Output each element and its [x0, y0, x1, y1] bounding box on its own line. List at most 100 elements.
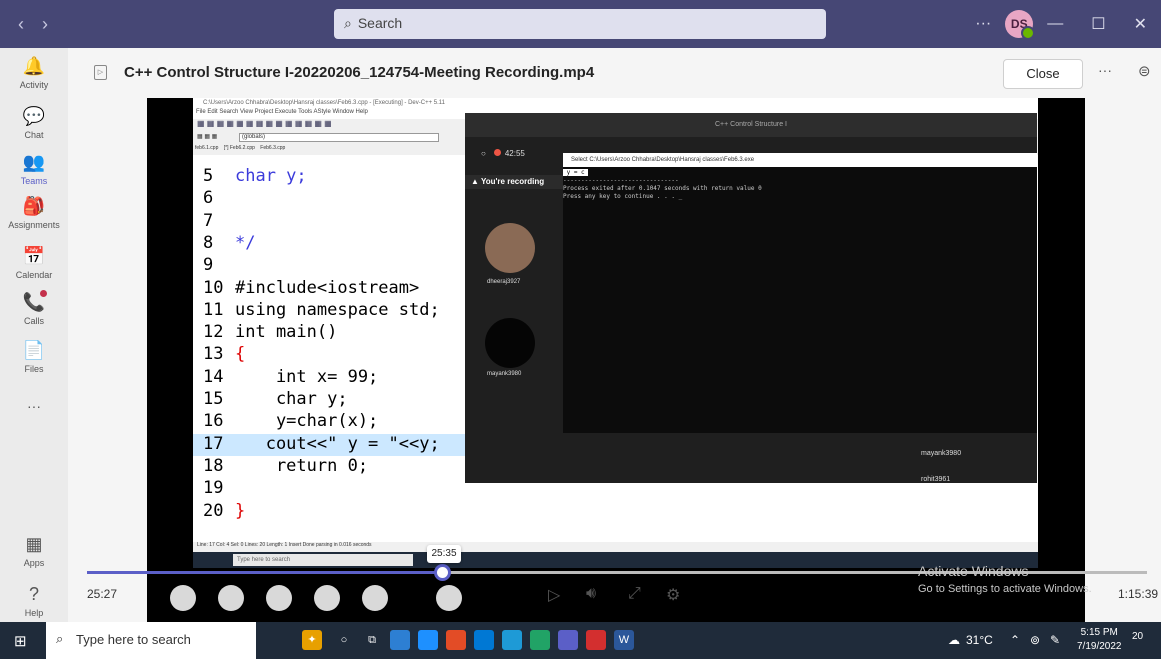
file-icon: 📄 — [22, 340, 46, 360]
ghost-avatar — [218, 585, 244, 611]
meeting-title: C++ Control Structure I — [465, 113, 1037, 137]
rail-item-activity[interactable]: 🔔 Activity — [0, 56, 68, 90]
rail-item-calendar[interactable]: 📅 Calendar — [0, 246, 68, 280]
minimize-button[interactable]: — — [1047, 15, 1063, 33]
clock[interactable]: 5:15 PM 7/19/2022 — [1077, 626, 1122, 654]
ghost-avatar — [314, 585, 340, 611]
rail-item-files[interactable]: 📄 Files — [0, 340, 68, 374]
more-options-button[interactable]: ··· — [1098, 62, 1112, 78]
rail-item-assignments[interactable]: 🎒 Assignments — [0, 196, 68, 230]
rail-item-chat[interactable]: 💬 Chat — [0, 106, 68, 140]
tray-chevron-icon[interactable]: ⌃ — [1010, 622, 1020, 659]
notification-count[interactable]: 20 — [1132, 631, 1143, 642]
code-text: return 0; — [235, 455, 369, 476]
mail-icon[interactable] — [474, 630, 494, 650]
play-icon[interactable]: ▷ — [548, 585, 560, 605]
recording-banner: ▲ You're recording — [465, 175, 563, 189]
back-arrow-icon[interactable]: ‹ — [18, 14, 24, 34]
close-window-button[interactable]: ✕ — [1134, 14, 1147, 34]
search-icon: ⌕ — [344, 15, 352, 31]
word-icon[interactable]: W — [614, 630, 634, 650]
taskbar-search[interactable]: ⌕ Type here to search — [46, 622, 256, 659]
code-line: 8 */ — [193, 233, 468, 255]
help-icon: ? — [28, 584, 39, 604]
excel-icon[interactable] — [530, 630, 550, 650]
seek-tooltip: 25:35 — [427, 545, 461, 563]
code-line: 19 — [193, 478, 468, 500]
rail-item-help[interactable]: ? Help — [0, 584, 68, 618]
code-text: char y; — [235, 389, 348, 409]
participant-avatar — [485, 223, 535, 273]
weather-temp[interactable]: 31°C — [966, 622, 993, 659]
line-number: 18 — [203, 455, 224, 476]
chat-icon: 💬 — [22, 106, 46, 126]
tab-feb6-2: [*] Feb6.2.cpp — [223, 145, 255, 151]
settings-icon[interactable]: ⚙ — [666, 585, 680, 605]
code-line: 11 using namespace std; — [193, 300, 468, 322]
total-time: 1:15:39 — [1118, 587, 1159, 601]
line-number: 9 — [203, 255, 214, 276]
apps-icon: ▦ — [25, 534, 43, 554]
phone-icon: 📞 — [22, 292, 46, 312]
code-text: } — [235, 500, 246, 521]
console-output: y = c -------------------------------- P… — [563, 169, 762, 200]
tab-feb6-3: Feb6.3.cpp — [260, 145, 286, 151]
ghost-avatar — [170, 585, 196, 611]
progress-knob[interactable] — [434, 564, 451, 581]
maximize-button[interactable]: ☐ — [1091, 14, 1105, 34]
fullscreen-icon[interactable]: ⤢ — [628, 585, 641, 603]
acrobat-icon[interactable] — [586, 630, 606, 650]
store-icon[interactable] — [418, 630, 438, 650]
line-number: 20 — [203, 500, 224, 521]
pen-icon[interactable]: ✎ — [1050, 622, 1060, 659]
title-bar: ‹ › ⌕ Search ··· DS — ☐ ✕ — [0, 0, 1161, 48]
calls-notification-dot — [40, 290, 47, 297]
line-number: 5 — [203, 166, 214, 186]
participant-name: dheeraj3927 — [487, 279, 521, 285]
edge-icon[interactable] — [502, 630, 522, 650]
code-text: y=char(x); — [235, 411, 379, 432]
line-number: 19 — [203, 478, 224, 499]
network-icon[interactable]: ⊚ — [1030, 622, 1040, 659]
code-text: #include<iostream> — [235, 277, 420, 298]
rail-item-calls[interactable]: 📞 Calls — [0, 290, 68, 326]
code-line: 13 { — [193, 344, 468, 366]
code-line: 12 int main() — [193, 322, 468, 344]
rail-item-teams[interactable]: 👥 Teams — [0, 152, 68, 186]
widgets-icon[interactable]: ✦ — [302, 630, 322, 650]
code-text: { — [235, 344, 246, 365]
participant-avatar — [485, 318, 535, 368]
rail-item-apps[interactable]: ▦ Apps — [0, 534, 68, 568]
current-time: 25:27 — [87, 587, 118, 601]
participant-list: mayank3980 rohit3961 — [891, 443, 1037, 483]
teams-icon: 👥 — [22, 152, 46, 172]
ghost-avatar — [266, 585, 292, 611]
teams-taskbar-icon[interactable] — [558, 630, 578, 650]
volume-icon[interactable]: 🔊︎ — [586, 585, 596, 603]
code-line: 15 char y; — [193, 389, 468, 411]
code-line: 5 char y; — [193, 166, 468, 188]
console-title: Select C:\Users\Arzoo Chhabra\Desktop\Ha… — [563, 153, 1037, 167]
avatar[interactable]: DS — [1005, 10, 1036, 40]
line-number: 8 — [203, 232, 214, 253]
video-file-icon: ▷ — [94, 65, 107, 80]
rail-item-more[interactable]: ··· — [0, 398, 68, 414]
file-explorer-icon[interactable] — [390, 630, 410, 650]
chat-icon[interactable]: ⊜ — [1138, 62, 1151, 80]
tab-feb6-1: feb6.1.cpp — [195, 145, 219, 151]
meeting-window: C++ Control Structure I ○ 42:55 ▲ You're … — [465, 113, 1037, 483]
task-view-icon[interactable]: ⧉ — [362, 630, 382, 650]
devcpp-status-bar: Line: 17 Col: 4 Sel: 0 Lines: 20 Length:… — [193, 542, 1038, 552]
close-button[interactable]: Close — [1003, 59, 1083, 89]
search-input[interactable]: ⌕ Search — [334, 9, 826, 39]
cortana-icon[interactable]: ○ — [334, 630, 354, 650]
code-line: 20} — [193, 501, 468, 523]
line-number: 16 — [203, 411, 224, 432]
video-header: ▷ C++ Control Structure I-20220206_12475… — [68, 48, 1161, 98]
code-line: 9 — [193, 255, 468, 277]
forward-arrow-icon[interactable]: › — [42, 14, 48, 34]
chrome-icon[interactable] — [446, 630, 466, 650]
windows-start-icon[interactable]: ⊞ — [14, 632, 27, 650]
calendar-icon: 📅 — [22, 246, 46, 266]
more-options-button[interactable]: ··· — [975, 15, 991, 33]
